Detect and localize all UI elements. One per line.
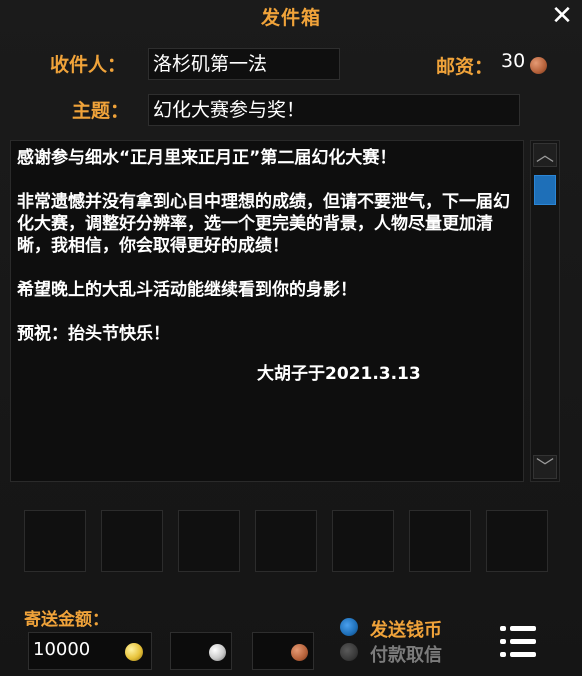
scrollbar-thumb[interactable] bbox=[534, 175, 556, 205]
attachment-slot[interactable] bbox=[255, 510, 317, 572]
message-scrollbar[interactable]: ︿ ﹀ bbox=[530, 140, 560, 482]
scroll-down-icon[interactable]: ﹀ bbox=[533, 455, 557, 479]
send-coins-label: 发送钱币 bbox=[370, 620, 442, 641]
attachment-slot[interactable] bbox=[101, 510, 163, 572]
attachment-slot[interactable] bbox=[332, 510, 394, 572]
postage-value: 30 bbox=[501, 50, 526, 72]
recipient-label: 收件人： bbox=[50, 54, 127, 76]
copper-coin-icon bbox=[291, 644, 308, 661]
message-paragraph: 预祝：抬头节快乐！ bbox=[17, 324, 170, 344]
subject-input[interactable]: 幻化大赛参与奖！ bbox=[148, 94, 520, 126]
gold-coin-icon bbox=[125, 643, 143, 661]
gold-input[interactable]: 10000 bbox=[28, 632, 152, 670]
message-body[interactable]: 感谢参与细水“正月里来正月正”第二届幻化大赛！ 非常遗憾并没有拿到心目中理想的成… bbox=[10, 140, 524, 482]
subject-label: 主题： bbox=[72, 100, 130, 122]
radio-unselected-icon[interactable] bbox=[340, 643, 358, 661]
postage-label: 邮资： bbox=[436, 56, 494, 78]
silver-coin-icon bbox=[209, 644, 226, 661]
attachment-slot[interactable] bbox=[178, 510, 240, 572]
message-paragraph: 感谢参与细水“正月里来正月正”第二届幻化大赛！ bbox=[17, 148, 397, 168]
silver-input[interactable] bbox=[170, 632, 232, 670]
cod-label: 付款取信 bbox=[370, 645, 442, 666]
attachment-slot[interactable] bbox=[24, 510, 86, 572]
attachment-slot[interactable] bbox=[409, 510, 471, 572]
window-title: 发件箱 bbox=[260, 7, 321, 29]
copper-coin-icon bbox=[530, 57, 547, 74]
message-signature: 大胡子于2021.3.13 bbox=[257, 364, 421, 384]
radio-selected-icon[interactable] bbox=[340, 618, 358, 636]
attachment-slot[interactable] bbox=[486, 510, 548, 572]
recipient-input[interactable]: 洛杉矶第一法 bbox=[148, 48, 340, 80]
copper-input[interactable] bbox=[252, 632, 314, 670]
money-label: 寄送金额： bbox=[24, 610, 109, 630]
gold-amount: 10000 bbox=[33, 639, 91, 660]
message-paragraph: 非常遗憾并没有拿到心目中理想的成绩，但请不要泄气，下一届幻化大赛，调整好分辨率，… bbox=[17, 192, 510, 256]
menu-icon[interactable] bbox=[500, 624, 536, 660]
message-paragraph: 希望晚上的大乱斗活动能继续看到你的身影！ bbox=[17, 280, 357, 300]
close-icon[interactable]: ✕ bbox=[548, 2, 576, 30]
scroll-up-icon[interactable]: ︿ bbox=[533, 143, 557, 167]
